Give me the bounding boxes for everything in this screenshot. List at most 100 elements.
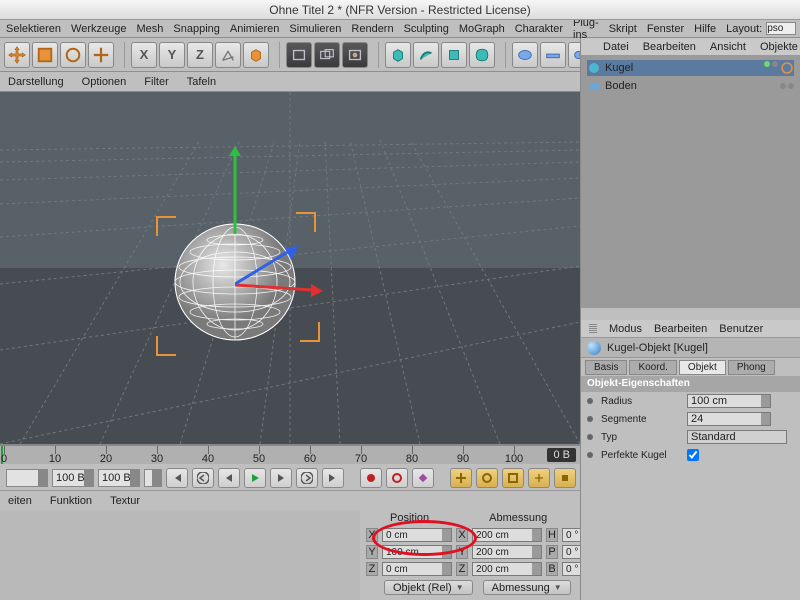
go-start-button[interactable] bbox=[166, 468, 188, 488]
keyframe-selection-button[interactable] bbox=[412, 468, 434, 488]
hierarchy-list[interactable]: Kugel Boden bbox=[581, 56, 800, 308]
cross-tool-icon[interactable] bbox=[88, 42, 114, 68]
attr-tab-basis[interactable]: Basis bbox=[585, 360, 627, 375]
layout-field[interactable] bbox=[766, 22, 796, 35]
typ-select[interactable]: Standard bbox=[687, 430, 787, 444]
menu-item[interactable]: Sculpting bbox=[404, 23, 449, 35]
hierarchy-row[interactable]: Kugel bbox=[587, 60, 794, 76]
om-tab[interactable]: Objekte bbox=[760, 41, 798, 53]
menu-item[interactable]: Rendern bbox=[351, 23, 393, 35]
subbar-item[interactable]: Tafeln bbox=[187, 76, 216, 88]
subbar-item[interactable]: Filter bbox=[144, 76, 168, 88]
menu-item[interactable]: Hilfe bbox=[694, 23, 716, 35]
menu-item[interactable]: Mesh bbox=[136, 23, 163, 35]
attr-tab-koord[interactable]: Koord. bbox=[629, 360, 676, 375]
subbar-item[interactable]: Optionen bbox=[82, 76, 127, 88]
coord-mode-button[interactable]: Objekt (Rel)▼ bbox=[384, 580, 473, 595]
anim-dot-icon[interactable] bbox=[587, 416, 593, 422]
viewport[interactable] bbox=[0, 92, 580, 444]
record-button[interactable] bbox=[360, 468, 382, 488]
segmente-field[interactable]: 24 bbox=[687, 412, 771, 426]
bm-tab[interactable]: eiten bbox=[8, 495, 32, 507]
autokey-button[interactable] bbox=[386, 468, 408, 488]
drag-grip-icon[interactable] bbox=[589, 324, 597, 334]
menu-item[interactable]: MoGraph bbox=[459, 23, 505, 35]
attr-top-tab[interactable]: Bearbeiten bbox=[654, 323, 707, 335]
scale-key-button[interactable] bbox=[476, 468, 498, 488]
anim-dot-icon[interactable] bbox=[587, 434, 593, 440]
render-dot[interactable] bbox=[788, 83, 794, 89]
render-settings-icon[interactable] bbox=[314, 42, 340, 68]
menu-item[interactable]: Fenster bbox=[647, 23, 684, 35]
attr-tab-objekt[interactable]: Objekt bbox=[679, 360, 726, 375]
z-axis-arrow[interactable] bbox=[235, 242, 305, 292]
render-dot[interactable] bbox=[772, 61, 778, 67]
om-tab[interactable]: Datei bbox=[603, 41, 629, 53]
menu-item[interactable]: Werkzeuge bbox=[71, 23, 126, 35]
subbar-item[interactable]: Darstellung bbox=[8, 76, 64, 88]
z-lock-icon[interactable]: Z bbox=[187, 42, 213, 68]
om-tab[interactable]: Bearbeiten bbox=[643, 41, 696, 53]
attr-tab-phong[interactable]: Phong bbox=[728, 360, 775, 375]
play-button[interactable] bbox=[244, 468, 266, 488]
tag-icon[interactable] bbox=[780, 61, 794, 75]
hierarchy-row[interactable]: Boden bbox=[587, 78, 794, 94]
rot-key-button[interactable] bbox=[502, 468, 524, 488]
frame-start-field[interactable] bbox=[6, 469, 48, 487]
anim-dot-icon[interactable] bbox=[587, 398, 593, 404]
attr-top-tab[interactable]: Benutzer bbox=[719, 323, 763, 335]
deformer-icon[interactable] bbox=[469, 42, 495, 68]
timeline-ruler[interactable]: 0 B /*ticks rendered below via JS*/ 0102… bbox=[0, 446, 580, 464]
attr-top-tab[interactable]: Modus bbox=[609, 323, 642, 335]
coord-dim-button[interactable]: Abmessung▼ bbox=[483, 580, 571, 595]
render-active-icon[interactable] bbox=[342, 42, 368, 68]
range-start-field[interactable]: 100 B bbox=[98, 469, 140, 487]
pla-key-button[interactable] bbox=[554, 468, 576, 488]
dimension-field[interactable]: 200 cm bbox=[472, 528, 542, 542]
position-field[interactable]: 100 cm bbox=[382, 545, 452, 559]
next-frame-button[interactable] bbox=[270, 468, 292, 488]
anim-dot-icon[interactable] bbox=[587, 452, 593, 458]
frame-end-field[interactable]: 100 B bbox=[52, 469, 94, 487]
position-field[interactable]: 0 cm bbox=[382, 562, 452, 576]
prev-key-button[interactable] bbox=[192, 468, 214, 488]
om-tab[interactable]: Ansicht bbox=[710, 41, 746, 53]
sphere-object[interactable] bbox=[120, 152, 350, 382]
move-tool-icon[interactable] bbox=[4, 42, 30, 68]
go-end-button[interactable] bbox=[322, 468, 344, 488]
perfekte-checkbox[interactable] bbox=[687, 449, 699, 461]
menu-item[interactable]: Snapping bbox=[173, 23, 220, 35]
range-end-field[interactable] bbox=[144, 469, 162, 487]
prev-frame-button[interactable] bbox=[218, 468, 240, 488]
environment-icon[interactable] bbox=[512, 42, 538, 68]
menu-item[interactable]: Simulieren bbox=[289, 23, 341, 35]
menu-item[interactable]: Selektieren bbox=[6, 23, 61, 35]
rotate-tool-icon[interactable] bbox=[60, 42, 86, 68]
floor-icon[interactable] bbox=[540, 42, 566, 68]
generator-icon[interactable] bbox=[441, 42, 467, 68]
x-lock-icon[interactable]: X bbox=[131, 42, 157, 68]
menu-item[interactable]: Plug-ins bbox=[573, 17, 599, 41]
param-key-button[interactable] bbox=[528, 468, 550, 488]
radius-field[interactable]: 100 cm bbox=[687, 394, 771, 408]
menu-item[interactable]: Animieren bbox=[230, 23, 280, 35]
menu-item[interactable]: Skript bbox=[609, 23, 637, 35]
coord-system-icon[interactable] bbox=[215, 42, 241, 68]
dimension-field[interactable]: 200 cm bbox=[472, 545, 542, 559]
dimension-field[interactable]: 200 cm bbox=[472, 562, 542, 576]
visibility-dot[interactable] bbox=[764, 61, 770, 67]
next-key-button[interactable] bbox=[296, 468, 318, 488]
y-lock-icon[interactable]: Y bbox=[159, 42, 185, 68]
scale-tool-icon[interactable] bbox=[32, 42, 58, 68]
cube-tool-icon[interactable] bbox=[243, 42, 269, 68]
spline-pen-icon[interactable] bbox=[413, 42, 439, 68]
primitive-cube-icon[interactable] bbox=[385, 42, 411, 68]
menu-item[interactable]: Charakter bbox=[515, 23, 563, 35]
render-view-icon[interactable] bbox=[286, 42, 312, 68]
position-field[interactable]: 0 cm bbox=[382, 528, 452, 542]
pos-key-button[interactable] bbox=[450, 468, 472, 488]
y-axis-arrow[interactable] bbox=[225, 146, 245, 236]
bm-tab[interactable]: Funktion bbox=[50, 495, 92, 507]
bm-tab[interactable]: Textur bbox=[110, 495, 140, 507]
visibility-dot[interactable] bbox=[780, 83, 786, 89]
